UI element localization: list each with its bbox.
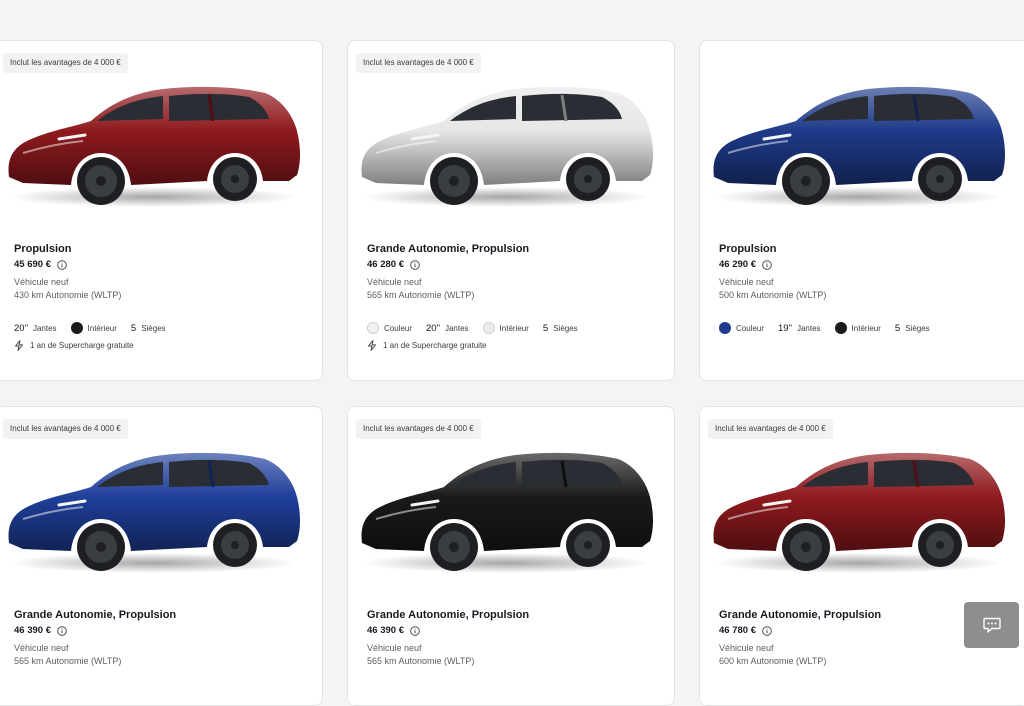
spec-item: Intérieur xyxy=(834,322,881,334)
info-icon[interactable] xyxy=(57,625,67,636)
spec-item: 5 Sièges xyxy=(895,323,930,334)
vehicle-range: 565 km Autonomie (WLTP) xyxy=(367,656,475,666)
spec-item: 20" Jantes xyxy=(426,323,469,334)
model-name: Grande Autonomie, Propulsion xyxy=(719,609,882,621)
lightning-icon xyxy=(15,340,23,351)
price-row: 46 280 € xyxy=(367,259,420,270)
spec-label: Couleur xyxy=(736,323,765,333)
incentive-badge: Inclut les avantages de 4 000 € xyxy=(3,53,128,74)
spec-value: 5 xyxy=(542,322,549,334)
incentive-badge: Inclut les avantages de 4 000 € xyxy=(708,419,833,440)
spec-label: Couleur xyxy=(384,323,413,333)
spec-list: Couleur 20" Jantes Intérieur 5 Sièges xyxy=(367,322,578,334)
vehicle-condition: Véhicule neuf xyxy=(367,277,422,287)
spec-value: 5 xyxy=(130,322,137,334)
spec-label: Sièges xyxy=(553,323,578,333)
price: 46 290 € xyxy=(719,259,756,270)
color-swatch xyxy=(834,322,847,334)
car-image xyxy=(361,86,653,207)
info-icon[interactable] xyxy=(57,259,67,270)
price: 46 780 € xyxy=(719,625,756,636)
spec-item: 5 Sièges xyxy=(131,323,166,334)
car-image xyxy=(8,452,301,573)
incentive-badge: Inclut les avantages de 4 000 € xyxy=(356,53,481,74)
info-icon[interactable] xyxy=(762,625,772,636)
spec-value: 20" xyxy=(14,322,28,334)
info-icon[interactable] xyxy=(410,259,420,270)
model-name: Grande Autonomie, Propulsion xyxy=(367,243,530,255)
color-swatch xyxy=(70,322,83,334)
price-row: 46 390 € xyxy=(14,625,67,636)
spec-item: Couleur xyxy=(367,322,412,334)
spec-label: Sièges xyxy=(905,323,930,333)
price: 46 390 € xyxy=(14,625,51,636)
spec-label: Sièges xyxy=(141,323,166,333)
color-swatch xyxy=(482,322,495,334)
vehicle-range: 500 km Autonomie (WLTP) xyxy=(719,290,827,300)
price-row: 45 690 € xyxy=(14,259,67,270)
vehicle-condition: Véhicule neuf xyxy=(367,643,422,653)
spec-item: Couleur xyxy=(719,322,764,334)
spec-item: 20" Jantes xyxy=(14,323,57,334)
vehicle-range: 430 km Autonomie (WLTP) xyxy=(14,290,122,300)
car-image xyxy=(713,452,1005,573)
spec-item: Intérieur xyxy=(482,322,529,334)
color-swatch xyxy=(719,322,731,334)
vehicle-card[interactable]: Inclut les avantages de 4 000 € Grande A… xyxy=(347,406,675,706)
model-name: Grande Autonomie, Propulsion xyxy=(367,609,530,621)
car-image xyxy=(713,86,1005,207)
price-row: 46 390 € xyxy=(367,625,420,636)
supercharge-perk: 1 an de Supercharge gratuite xyxy=(14,340,134,351)
spec-item: 5 Sièges xyxy=(543,323,578,334)
vehicle-condition: Véhicule neuf xyxy=(14,277,69,287)
vehicle-condition: Véhicule neuf xyxy=(719,277,774,287)
spec-list: 20" Jantes Intérieur 5 Sièges xyxy=(14,322,166,334)
vehicle-range: 600 km Autonomie (WLTP) xyxy=(719,656,827,666)
vehicle-condition: Véhicule neuf xyxy=(719,643,774,653)
price-row: 46 290 € xyxy=(719,259,772,270)
spec-item: Intérieur xyxy=(70,322,117,334)
price: 46 280 € xyxy=(367,259,404,270)
price: 46 390 € xyxy=(367,625,404,636)
vehicle-range: 565 km Autonomie (WLTP) xyxy=(14,656,122,666)
perk-label: 1 an de Supercharge gratuite xyxy=(383,341,487,350)
price: 45 690 € xyxy=(14,259,51,270)
model-name: Propulsion xyxy=(719,243,777,255)
model-name: Propulsion xyxy=(14,243,72,255)
model-name: Grande Autonomie, Propulsion xyxy=(14,609,177,621)
spec-label: Jantes xyxy=(444,323,469,333)
color-swatch xyxy=(367,322,379,334)
spec-label: Intérieur xyxy=(851,323,881,333)
incentive-badge: Inclut les avantages de 4 000 € xyxy=(3,419,128,440)
incentive-badge: Inclut les avantages de 4 000 € xyxy=(356,419,481,440)
vehicle-card[interactable]: Inclut les avantages de 4 000 € Grande A… xyxy=(699,406,1024,706)
car-image xyxy=(8,86,301,207)
spec-list: Couleur 19" Jantes Intérieur 5 Sièges xyxy=(719,322,930,334)
chat-icon xyxy=(982,617,1001,633)
price-row: 46 780 € xyxy=(719,625,772,636)
spec-label: Intérieur xyxy=(499,323,529,333)
lightning-icon xyxy=(368,340,376,351)
info-icon[interactable] xyxy=(762,259,772,270)
spec-item: 19" Jantes xyxy=(778,323,821,334)
vehicle-card[interactable]: Inclut les avantages de 4 000 € Grande A… xyxy=(0,406,323,706)
spec-value: 20" xyxy=(426,322,440,334)
supercharge-perk: 1 an de Supercharge gratuite xyxy=(367,340,487,351)
vehicle-condition: Véhicule neuf xyxy=(14,643,69,653)
vehicle-card[interactable]: Inclut les avantages de 4 000 € Grande A… xyxy=(347,40,675,381)
spec-label: Intérieur xyxy=(87,323,117,333)
info-icon[interactable] xyxy=(410,625,420,636)
perk-label: 1 an de Supercharge gratuite xyxy=(30,341,134,350)
spec-label: Jantes xyxy=(32,323,57,333)
spec-label: Jantes xyxy=(796,323,821,333)
spec-value: 5 xyxy=(894,322,901,334)
spec-value: 19" xyxy=(778,322,792,334)
vehicle-card[interactable]: Inclut les avantages de 4 000 € Propulsi… xyxy=(0,40,323,381)
chat-button[interactable] xyxy=(964,602,1019,648)
vehicle-range: 565 km Autonomie (WLTP) xyxy=(367,290,475,300)
car-image xyxy=(361,452,653,573)
vehicle-card[interactable]: Propulsion 46 290 € Véhicule neuf 500 km Au… xyxy=(699,40,1024,381)
